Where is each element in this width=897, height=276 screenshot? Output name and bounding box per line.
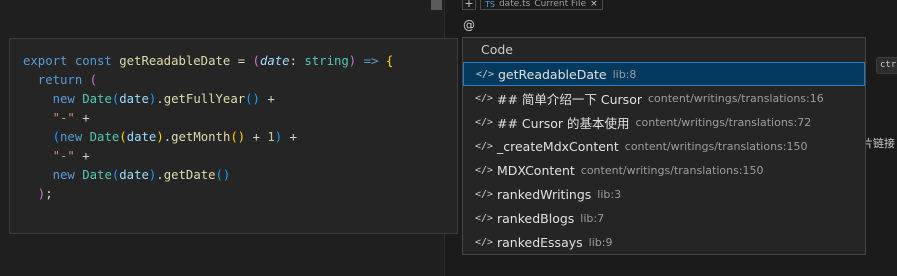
code-line: );	[23, 185, 457, 204]
code-token: {	[385, 54, 394, 68]
code-token: (	[89, 73, 98, 87]
code-brackets-icon: </>	[475, 212, 494, 224]
code-token: +	[245, 130, 268, 144]
suggestion-label: ## Cursor 的基本使用	[497, 115, 630, 131]
code-token: +	[74, 149, 90, 163]
code-line: return (	[23, 71, 457, 90]
code-token: Date	[82, 92, 112, 106]
suggestion-detail: content/writings/translations:150	[580, 163, 764, 177]
suggestion-label: _createMdxContent	[497, 138, 619, 154]
suggestion-item[interactable]: </> rankedBlogs lib:7	[463, 206, 865, 230]
code-token: date	[126, 130, 157, 144]
code-brackets-icon: </>	[475, 236, 494, 248]
code-token: date	[259, 54, 290, 68]
suggestion-label: MDXContent	[497, 162, 575, 178]
code-token: .	[156, 168, 164, 182]
suggestion-detail: lib:7	[580, 211, 605, 225]
suggestion-item[interactable]: </> ## 简单介绍一下 Cursor content/writings/tr…	[463, 86, 865, 110]
code-token: +	[282, 130, 298, 144]
side-cjk-text: 片链接	[862, 137, 895, 150]
code-line: export const getReadableDate = (date: st…	[23, 52, 457, 71]
code-brackets-icon: </>	[475, 140, 494, 152]
code-token: ()	[245, 92, 260, 106]
suggestion-detail: lib:9	[588, 235, 613, 249]
code-token: Date	[89, 130, 120, 144]
context-file-chip[interactable]: TS date.ts Current File ×	[480, 0, 603, 10]
code-token: getReadableDate	[119, 54, 231, 68]
mention-suggestion-list: Code </> getReadableDate lib:8 </> ## 简单…	[462, 37, 866, 255]
code-token: new	[23, 92, 83, 106]
suggestion-label: ## 简单介绍一下 Cursor	[497, 91, 642, 107]
code-token: ;	[45, 187, 53, 201]
code-token: export const	[23, 54, 120, 68]
suggestion-detail: content/writings/translations:16	[647, 91, 824, 105]
code-token: "-"	[23, 149, 75, 163]
suggestion-detail: lib:8	[612, 67, 637, 81]
code-token: return	[23, 73, 90, 87]
composer-input[interactable]: @	[463, 18, 475, 32]
chip-file-name: date.ts	[498, 0, 531, 9]
suggestion-item[interactable]: </> MDXContent content/writings/translat…	[463, 158, 865, 182]
code-line: "-" +	[23, 147, 457, 166]
typescript-file-icon: TS	[485, 0, 495, 9]
code-token: +	[259, 92, 275, 106]
code-token: )	[156, 130, 164, 144]
close-icon[interactable]: ×	[590, 0, 598, 9]
code-preview-popup: export const getReadableDate = (date: st…	[9, 38, 458, 234]
code-token: +	[74, 111, 90, 125]
code-token: 1	[267, 130, 275, 144]
add-context-button[interactable]: +	[462, 0, 476, 10]
suggestion-item[interactable]: </> _createMdxContent content/writings/t…	[463, 134, 865, 158]
chip-note: Current File	[534, 0, 587, 9]
code-token: date	[119, 92, 149, 106]
code-line: new Date(date).getDate()	[23, 166, 457, 185]
suggestion-label: rankedEssays	[497, 234, 583, 250]
keyboard-shortcut-chip: ctrl-	[876, 57, 897, 74]
code-token: =>	[356, 54, 386, 68]
code-token: getMonth	[171, 130, 231, 144]
code-token: .	[156, 92, 164, 106]
suggestion-detail: content/writings/translations:150	[624, 139, 808, 153]
code-token: (	[252, 54, 260, 68]
suggestion-item[interactable]: </> rankedWritings lib:3	[463, 182, 865, 206]
code-token: "-"	[23, 111, 75, 125]
suggestion-item[interactable]: </> rankedEssays lib:9	[463, 230, 865, 254]
suggestion-item[interactable]: </> ## Cursor 的基本使用 content/writings/tra…	[463, 110, 865, 134]
code-token: new	[60, 130, 90, 144]
code-brackets-icon: </>	[475, 116, 494, 128]
code-token: date	[119, 168, 149, 182]
suggestion-label: rankedWritings	[497, 186, 592, 202]
code-brackets-icon: </>	[475, 188, 494, 200]
code-line: "-" +	[23, 109, 457, 128]
code-line: (new Date(date).getMonth() + 1) +	[23, 128, 457, 147]
code-brackets-icon: </>	[475, 164, 494, 176]
code-token: (	[119, 130, 127, 144]
suggestion-group-header: Code	[481, 42, 514, 57]
code-token: )	[23, 187, 46, 201]
code-token: (	[23, 130, 61, 144]
code-line: new Date(date).getFullYear() +	[23, 90, 457, 109]
code-token: ()	[230, 130, 246, 144]
code-token: getDate	[163, 168, 216, 182]
code-token: getFullYear	[163, 92, 246, 106]
suggestion-label: rankedBlogs	[497, 210, 575, 226]
code-brackets-icon: </>	[476, 68, 495, 80]
suggestion-detail: content/writings/translations:72	[635, 115, 812, 129]
code-brackets-icon: </>	[475, 92, 494, 104]
code-token: new	[23, 168, 83, 182]
code-token: Date	[82, 168, 112, 182]
suggestion-item[interactable]: </> getReadableDate lib:8	[463, 62, 865, 86]
code-token: .	[163, 130, 172, 144]
code-token: :	[289, 54, 305, 68]
code-token: ()	[215, 168, 231, 182]
editor-scrollbar[interactable]	[431, 0, 442, 10]
suggestion-detail: lib:3	[597, 187, 622, 201]
code-token: =	[230, 54, 253, 68]
suggestion-label: getReadableDate	[498, 66, 607, 82]
code-token: string	[304, 54, 349, 68]
context-bar: + TS date.ts Current File ×	[462, 0, 603, 10]
